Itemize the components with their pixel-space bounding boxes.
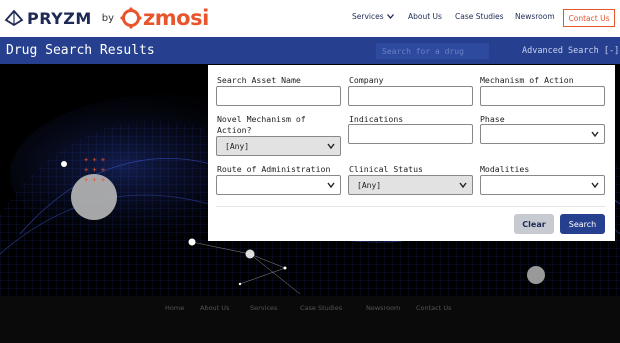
brand-by: by — [101, 12, 115, 24]
chevron-down-icon — [591, 182, 599, 188]
route-select[interactable] — [216, 175, 341, 195]
advanced-search-panel: Search Asset Name Company Mechanism of A… — [208, 65, 615, 241]
company-input[interactable] — [348, 86, 473, 106]
mechanism-input[interactable] — [480, 86, 605, 106]
nav-about[interactable]: About Us — [408, 12, 442, 21]
svg-text:+ + +: + + + — [84, 176, 105, 184]
novel-mechanism-label-line2: Action? — [217, 125, 252, 135]
footer-link-newsroom[interactable]: Newsroom — [366, 304, 400, 312]
novel-mechanism-value: [Any] — [225, 141, 250, 151]
mechanism-label: Mechanism of Action — [480, 75, 574, 85]
page-title: Drug Search Results — [6, 43, 155, 58]
nav-case-studies[interactable]: Case Studies — [455, 12, 504, 21]
novel-mechanism-select[interactable]: [Any] — [216, 136, 341, 156]
clinical-status-label: Clinical Status — [349, 164, 423, 174]
company-label: Company — [349, 75, 384, 85]
clinical-status-value: [Any] — [357, 180, 382, 190]
nav-services[interactable]: Services — [352, 12, 394, 21]
chevron-down-icon — [459, 182, 467, 188]
modalities-label: Modalities — [480, 164, 530, 174]
brand-company-text: zmosi — [143, 6, 209, 30]
nav-services-label: Services — [352, 12, 384, 21]
novel-mechanism-label-line1: Novel Mechanism of — [217, 114, 306, 124]
footer-link-contact[interactable]: Contact Us — [416, 304, 452, 312]
nav-newsroom[interactable]: Newsroom — [515, 12, 555, 21]
footer-link-about[interactable]: About Us — [200, 304, 229, 312]
site-footer: Home About Us Services Case Studies News… — [0, 296, 620, 343]
drug-search-input[interactable] — [376, 43, 489, 59]
brand-product: PRYZM — [27, 8, 92, 28]
chevron-down-icon — [327, 143, 335, 149]
phase-select[interactable] — [480, 124, 605, 144]
chevron-down-icon — [327, 182, 335, 188]
chevron-down-icon — [591, 131, 599, 137]
ozmosi-o-icon — [120, 7, 142, 29]
svg-text:+ + +: + + + — [84, 156, 105, 164]
indications-input[interactable] — [348, 124, 473, 144]
search-asset-name-label: Search Asset Name — [217, 75, 301, 85]
site-header: PRYZM by zmosi Services About Us Case St… — [0, 0, 620, 37]
pryzm-logo-icon — [4, 9, 24, 27]
form-divider — [216, 206, 606, 207]
search-button[interactable]: Search — [560, 214, 605, 234]
modalities-select[interactable] — [480, 175, 605, 195]
advanced-search-toggle[interactable]: Advanced Search [-] — [522, 46, 619, 56]
brand-company: zmosi — [120, 6, 209, 30]
footer-link-home[interactable]: Home — [165, 304, 184, 312]
route-label: Route of Administration — [217, 164, 331, 174]
clinical-status-select[interactable]: [Any] — [348, 175, 473, 195]
chevron-down-icon — [386, 14, 394, 19]
search-asset-name-input[interactable] — [216, 86, 341, 106]
clear-button[interactable]: Clear — [514, 214, 554, 234]
svg-text:+ + +: + + + — [84, 166, 105, 174]
footer-link-services[interactable]: Services — [250, 304, 277, 312]
title-bar: Drug Search Results Advanced Search [-] — [0, 37, 620, 64]
contact-us-button[interactable]: Contact Us — [563, 9, 615, 27]
novel-mechanism-label: Novel Mechanism of Action? — [217, 114, 306, 136]
logo[interactable]: PRYZM by zmosi — [4, 5, 209, 31]
footer-link-case-studies[interactable]: Case Studies — [300, 304, 342, 312]
